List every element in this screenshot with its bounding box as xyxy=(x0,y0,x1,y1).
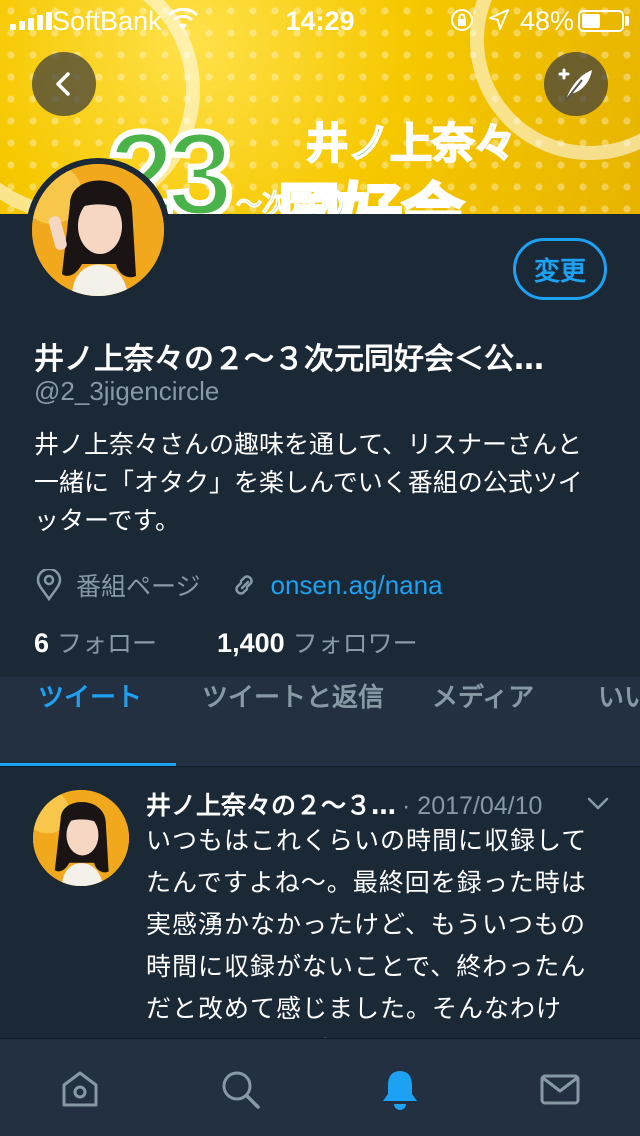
messages-envelope-icon[interactable] xyxy=(538,1067,582,1111)
bottom-tab-bar xyxy=(0,1038,640,1136)
chevron-left-icon xyxy=(56,72,70,96)
tab-likes[interactable]: いいね xyxy=(598,677,640,766)
tweet-header: 井ノ上奈々の２〜３… · 2017/04/10 xyxy=(146,786,576,822)
battery-tip xyxy=(625,16,629,26)
tab-tweets-and-replies[interactable]: ツイートと返信 xyxy=(202,677,384,766)
notifications-bell-icon[interactable] xyxy=(378,1067,422,1111)
tweet-date: · 2017/04/10 xyxy=(402,792,543,820)
profile-meta: 番組ページ onsen.ag/nana xyxy=(34,566,443,604)
tab-media[interactable]: メディア xyxy=(432,677,534,766)
profile-avatar[interactable] xyxy=(26,158,170,302)
chevron-down-icon[interactable] xyxy=(586,794,610,812)
location-pin-icon xyxy=(36,569,62,601)
active-tab-indicator xyxy=(0,763,176,766)
followers-count: 1,400 xyxy=(217,628,285,658)
edit-profile-button[interactable]: 変更 xyxy=(513,238,607,300)
tab-tweets[interactable]: ツイート xyxy=(38,677,142,766)
profile-handle: @2_3jigencircle xyxy=(34,376,220,406)
tweet-avatar-photo xyxy=(33,790,129,886)
compose-tweet-button[interactable] xyxy=(544,52,608,116)
following-stat[interactable]: 6 フォロー xyxy=(34,624,157,660)
banner-artwork: 23 〜次元 井ノ上奈々の 同好会 xyxy=(105,102,528,215)
search-icon[interactable] xyxy=(218,1067,262,1111)
tweet-text: いつもはこれくらいの時間に収録してたんですよね〜。最終回を録った時は実感湧かなか… xyxy=(146,826,588,1038)
tweet-author-name[interactable]: 井ノ上奈々の２〜３… xyxy=(146,786,396,822)
avatar-photo xyxy=(32,164,164,296)
profile-location: 番組ページ xyxy=(76,572,201,601)
tweet-item[interactable]: 井ノ上奈々の２〜３… · 2017/04/10 いつもはこれくらいの時間に収録し… xyxy=(0,768,640,1038)
home-icon[interactable] xyxy=(58,1067,102,1111)
profile-tabs: ツイート ツイートと返信 メディア いいね xyxy=(0,677,640,767)
followers-label: フォロワー xyxy=(292,629,418,658)
profile-url-link[interactable]: onsen.ag/nana xyxy=(271,570,443,601)
feather-compose-icon xyxy=(558,68,592,101)
battery-icon xyxy=(578,10,624,32)
tweet-author-avatar[interactable] xyxy=(33,790,129,886)
follow-counts: 6 フォロー 1,400 フォロワー xyxy=(34,624,418,660)
following-label: フォロー xyxy=(57,629,158,658)
battery-percent: 48% xyxy=(520,6,575,36)
banner-art-title-line2: 同好会 xyxy=(276,175,465,215)
battery-level-fill xyxy=(582,14,601,28)
profile-bio: 井ノ上奈々さんの趣味を通して、リスナーさんと一緒に「オタク」を楽しんでいく番組の… xyxy=(34,430,583,535)
location-arrow-icon xyxy=(489,9,509,30)
rotation-lock-icon xyxy=(451,9,473,31)
link-icon xyxy=(234,575,253,595)
back-button[interactable] xyxy=(32,52,96,116)
followers-stat[interactable]: 1,400 フォロワー xyxy=(217,624,418,660)
status-bar: SoftBank 14:29 48% xyxy=(0,0,640,40)
following-count: 6 xyxy=(34,628,50,658)
profile-display-name: 井ノ上奈々の２〜３次元同好会＜公… xyxy=(34,342,544,377)
